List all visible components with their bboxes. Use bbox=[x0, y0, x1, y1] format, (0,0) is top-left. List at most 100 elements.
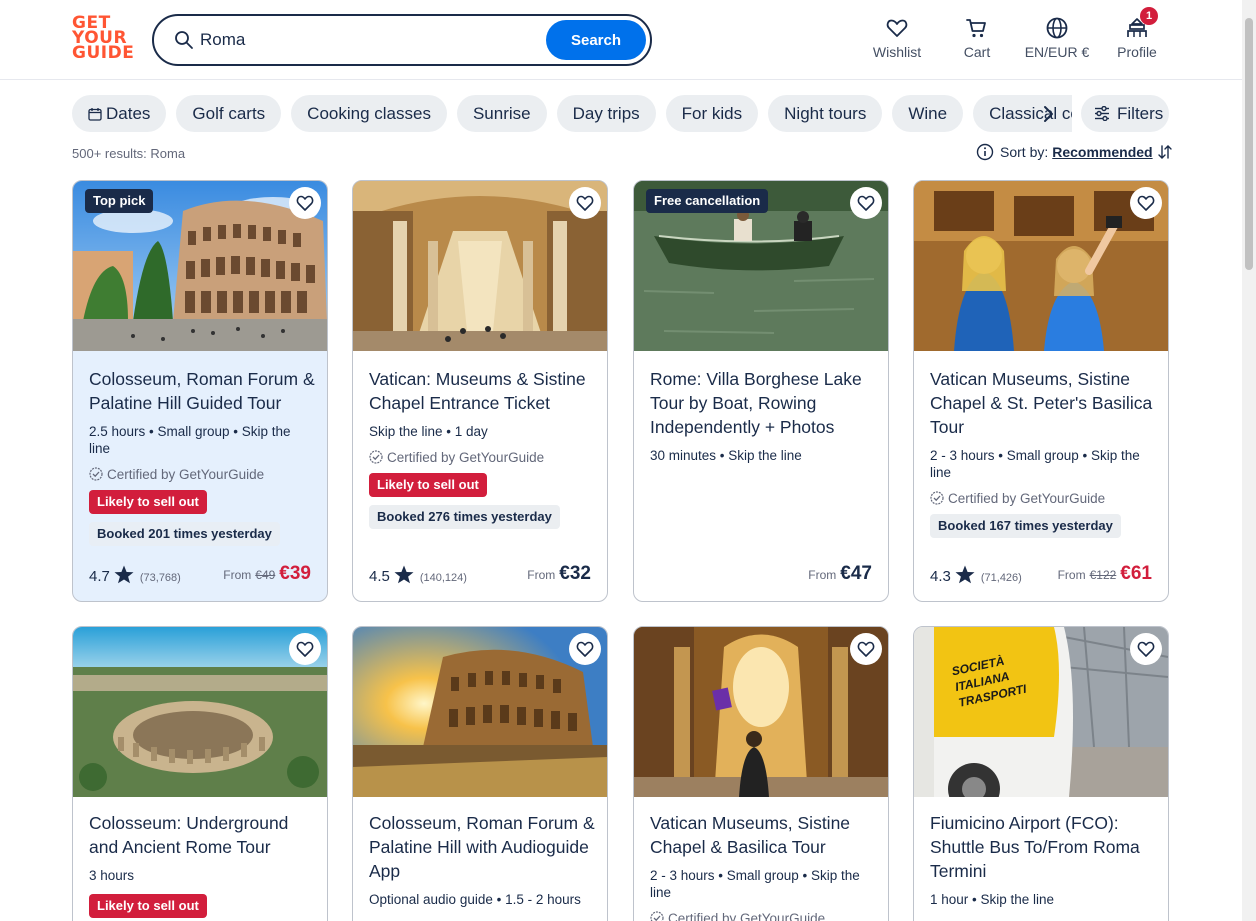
wishlist-heart-button[interactable] bbox=[1130, 633, 1162, 665]
sort-value[interactable]: Recommended bbox=[1052, 144, 1152, 160]
chip-wine[interactable]: Wine bbox=[892, 95, 964, 132]
header: GET YOUR GUIDE Search Wishlist Cart EN/E… bbox=[0, 0, 1242, 80]
booked-yesterday-badge: Booked 201 times yesterday bbox=[89, 522, 280, 546]
cart-nav[interactable]: Cart bbox=[954, 14, 1000, 64]
cart-label: Cart bbox=[963, 44, 991, 60]
activity-card[interactable]: Colosseum: Underground and Ancient Rome … bbox=[72, 626, 328, 921]
card-body: Vatican Museums, Sistine Chapel & Basili… bbox=[650, 811, 876, 921]
chip-night-tours[interactable]: Night tours bbox=[768, 95, 883, 132]
sort-label: Sort by: bbox=[1000, 144, 1049, 160]
page-scrollbar[interactable] bbox=[1242, 0, 1256, 921]
chevron-right-icon[interactable] bbox=[1036, 100, 1062, 128]
certified-badge: Certified by GetYourGuide bbox=[369, 450, 595, 465]
results-count: 500+ results: Roma bbox=[72, 146, 186, 161]
certified-check-icon bbox=[650, 911, 664, 921]
activity-meta: 2.5 hours • Small group • Skip the line bbox=[89, 424, 291, 456]
activity-card[interactable]: Vatican Museums, Sistine Chapel & St. Pe… bbox=[913, 180, 1169, 602]
profile-nav[interactable]: 1 Profile bbox=[1114, 7, 1160, 64]
heart-icon bbox=[576, 641, 594, 657]
scrollbar-thumb[interactable] bbox=[1245, 18, 1253, 270]
activity-meta: Skip the line • 1 day bbox=[369, 424, 488, 439]
filters-label: Filters bbox=[1117, 104, 1164, 123]
activity-title[interactable]: Colosseum, Roman Forum & Palatine Hill w… bbox=[369, 811, 595, 883]
calendar-icon bbox=[88, 108, 102, 121]
cart-icon bbox=[966, 19, 986, 38]
wishlist-heart-button[interactable] bbox=[850, 187, 882, 219]
activity-title[interactable]: Vatican: Museums & Sistine Chapel Entran… bbox=[369, 367, 595, 415]
certified-label: Certified by GetYourGuide bbox=[387, 450, 545, 465]
chip-cooking-classes[interactable]: Cooking classes bbox=[291, 95, 447, 132]
current-price: €39 bbox=[279, 563, 311, 584]
language-currency-nav[interactable]: EN/EUR € bbox=[1022, 14, 1092, 64]
activity-title[interactable]: Colosseum: Underground and Ancient Rome … bbox=[89, 811, 315, 859]
wishlist-heart-button[interactable] bbox=[1130, 187, 1162, 219]
price-from-label: From bbox=[808, 568, 837, 582]
search-bar: Search bbox=[152, 14, 652, 66]
certified-check-icon bbox=[89, 467, 103, 481]
activity-card[interactable]: SOCIETÀ ITALIANA TRASPORTI Fiumicino Air… bbox=[913, 626, 1169, 921]
activity-card[interactable]: Top pick Colosseum, Roman Forum & Palati… bbox=[72, 180, 328, 602]
activity-title[interactable]: Vatican Museums, Sistine Chapel & St. Pe… bbox=[930, 367, 1156, 439]
chip-for-kids[interactable]: For kids bbox=[665, 95, 759, 132]
card-body: Fiumicino Airport (FCO): Shuttle Bus To/… bbox=[930, 811, 1156, 918]
likely-to-sell-out-badge: Likely to sell out bbox=[369, 473, 487, 497]
activity-card[interactable]: Vatican: Museums & Sistine Chapel Entran… bbox=[352, 180, 608, 602]
wishlist-heart-button[interactable] bbox=[569, 633, 601, 665]
activity-meta: 1 hour • Skip the line bbox=[930, 892, 1055, 907]
info-icon[interactable] bbox=[976, 143, 994, 161]
sort-arrows-icon bbox=[1157, 145, 1172, 159]
price: From €122 €61 bbox=[1058, 563, 1152, 585]
filters-button[interactable]: Filters bbox=[1081, 95, 1169, 132]
activity-title[interactable]: Rome: Villa Borghese Lake Tour by Boat, … bbox=[650, 367, 876, 439]
current-price: €47 bbox=[840, 563, 872, 584]
free-cancellation-tag: Free cancellation bbox=[646, 189, 769, 213]
review-count: (140,124) bbox=[419, 572, 467, 584]
price: From €47 bbox=[808, 563, 872, 585]
search-button[interactable]: Search bbox=[546, 20, 646, 60]
activity-card[interactable]: Colosseum, Roman Forum & Palatine Hill w… bbox=[352, 626, 608, 921]
profile-label: Profile bbox=[1117, 44, 1157, 60]
filter-sliders-icon bbox=[1095, 106, 1109, 121]
activity-card[interactable]: Free cancellation Rome: Villa Borghese L… bbox=[633, 180, 889, 602]
globe-icon bbox=[1046, 17, 1068, 39]
activity-meta: Optional audio guide • 1.5 - 2 hours bbox=[369, 892, 581, 907]
chip-golf-carts[interactable]: Golf carts bbox=[176, 95, 282, 132]
star-icon bbox=[394, 565, 414, 584]
price: From €32 bbox=[527, 563, 591, 585]
activity-title[interactable]: Vatican Museums, Sistine Chapel & Basili… bbox=[650, 811, 876, 859]
wishlist-label: Wishlist bbox=[872, 44, 922, 60]
activity-meta: 3 hours bbox=[89, 868, 135, 883]
activity-title[interactable]: Fiumicino Airport (FCO): Shuttle Bus To/… bbox=[930, 811, 1156, 883]
heart-icon bbox=[576, 195, 594, 211]
wishlist-heart-button[interactable] bbox=[289, 633, 321, 665]
price: From €49 €39 bbox=[223, 563, 311, 585]
sort-control[interactable]: Sort by: Recommended bbox=[976, 143, 1173, 165]
card-body: Vatican: Museums & Sistine Chapel Entran… bbox=[369, 367, 595, 529]
wishlist-heart-button[interactable] bbox=[569, 187, 601, 219]
card-footer: 4.7 (73,768) From €49 €39 bbox=[89, 563, 311, 587]
heart-icon bbox=[857, 195, 875, 211]
wishlist-nav[interactable]: Wishlist bbox=[870, 14, 924, 64]
wishlist-heart-button[interactable] bbox=[850, 633, 882, 665]
chip-dates[interactable]: Dates bbox=[72, 95, 167, 132]
card-body: Colosseum, Roman Forum & Palatine Hill G… bbox=[89, 367, 315, 546]
wishlist-heart-button[interactable] bbox=[289, 187, 321, 219]
chip-day-trips[interactable]: Day trips bbox=[556, 95, 656, 132]
star-icon bbox=[955, 565, 975, 584]
current-price: €32 bbox=[559, 563, 591, 584]
star-icon bbox=[114, 565, 134, 584]
rating: 4.5 (140,124) bbox=[369, 565, 467, 585]
rating-value: 4.3 bbox=[930, 568, 951, 585]
search-input[interactable] bbox=[200, 26, 530, 54]
heart-icon bbox=[296, 641, 314, 657]
card-footer: 4.5 (140,124) From €32 bbox=[369, 563, 591, 587]
price-from-label: From bbox=[1057, 568, 1086, 582]
activity-title[interactable]: Colosseum, Roman Forum & Palatine Hill G… bbox=[89, 367, 315, 415]
rating: 4.3 (71,426) bbox=[930, 565, 1022, 585]
chip-label: Dates bbox=[106, 104, 151, 123]
chip-sunrise[interactable]: Sunrise bbox=[456, 95, 547, 132]
certified-label: Certified by GetYourGuide bbox=[107, 467, 265, 482]
getyourguide-logo[interactable]: GET YOUR GUIDE bbox=[72, 15, 134, 64]
activity-card[interactable]: Vatican Museums, Sistine Chapel & Basili… bbox=[633, 626, 889, 921]
likely-to-sell-out-badge: Likely to sell out bbox=[89, 490, 207, 514]
